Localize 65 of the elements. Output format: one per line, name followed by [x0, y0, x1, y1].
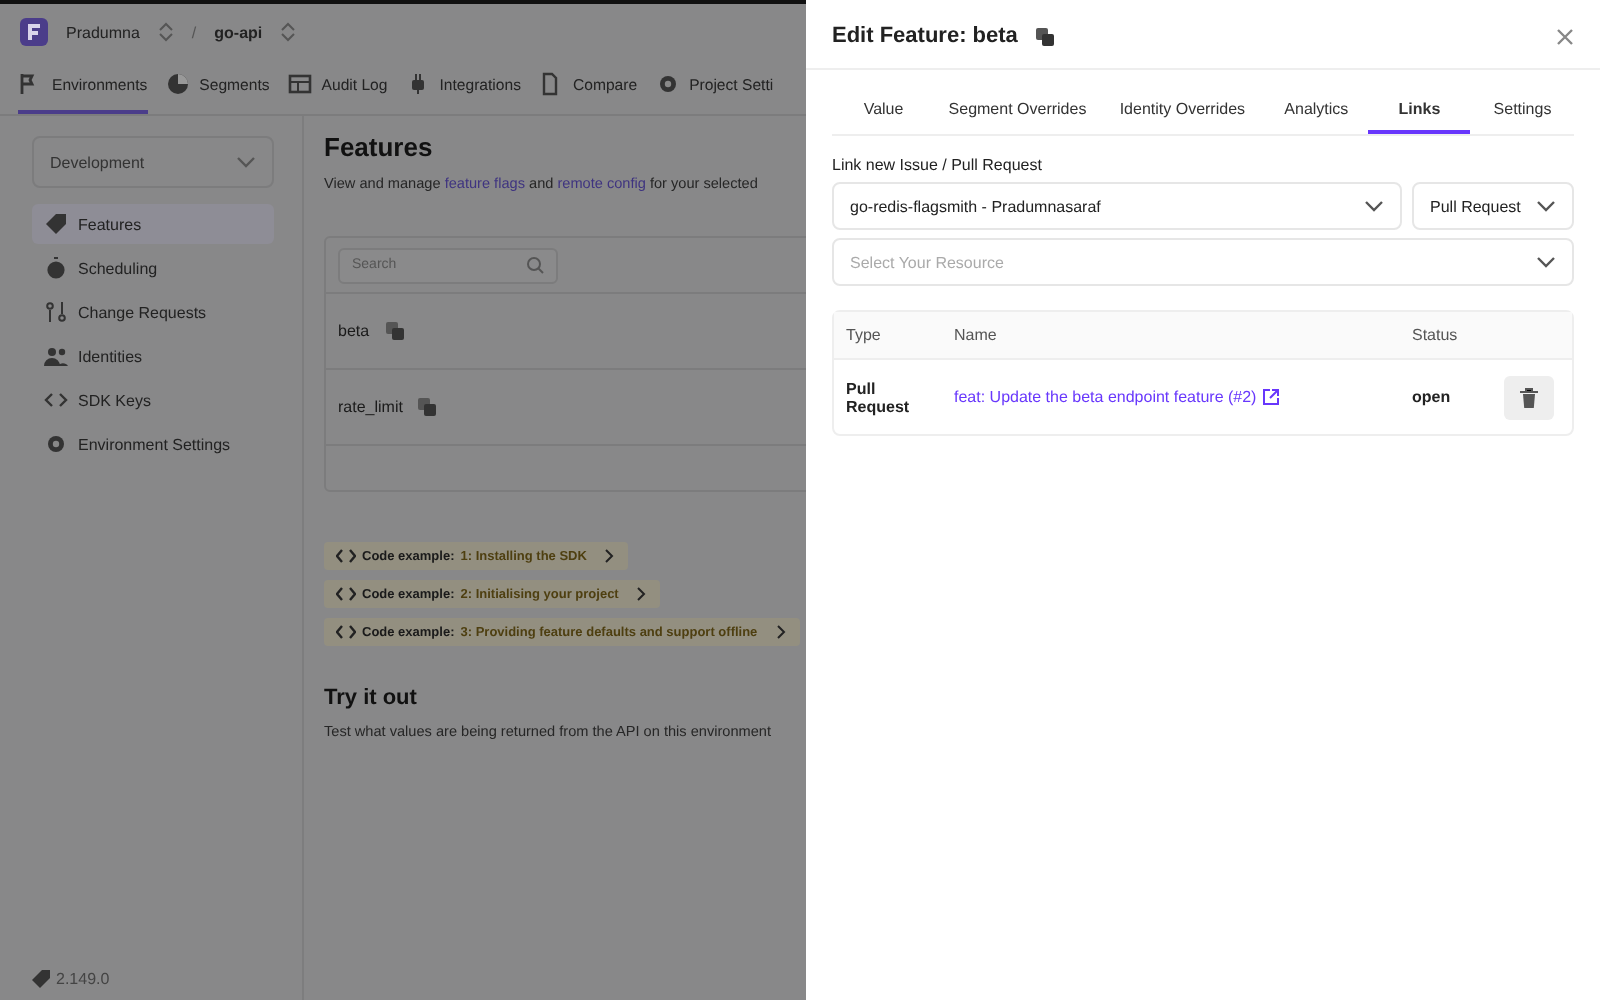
sidebar-item[interactable]: Environment Settings [32, 424, 274, 464]
stopwatch-icon [44, 256, 68, 280]
table-cell-text: Pull Request [844, 379, 912, 415]
tab[interactable]: Settings [1470, 82, 1574, 134]
code-icon [336, 586, 356, 602]
tab[interactable]: Segment Overrides [935, 82, 1100, 134]
chevron-right-icon [636, 586, 649, 602]
resource-select[interactable]: Select Your Resource [832, 238, 1574, 286]
column-header: Type [844, 326, 883, 344]
panel-title: Edit Feature: beta [832, 24, 1018, 48]
sidebar-item[interactable]: Features [32, 204, 274, 244]
code-icon [336, 548, 356, 564]
tab[interactable]: Links [1367, 82, 1471, 134]
page-title: Features [324, 132, 435, 162]
code-icon [336, 624, 356, 640]
chevron-right-icon [775, 624, 788, 640]
copy-icon [383, 320, 406, 342]
feature-name[interactable]: rate_limit [338, 398, 403, 416]
sidebar-item[interactable]: SDK Keys [32, 380, 274, 420]
logo-icon [20, 18, 48, 46]
repository-select[interactable]: go-redis-flagsmith - Pradumnasaraf [832, 182, 1402, 230]
tab[interactable]: Analytics [1264, 82, 1368, 134]
type-select[interactable]: Pull Request [1412, 182, 1574, 230]
chevron-right-icon [604, 548, 617, 564]
breadcrumb-separator: / [191, 23, 197, 41]
pull-request-icon [44, 300, 68, 324]
close-icon [1556, 27, 1574, 45]
project-name[interactable]: go-api [214, 23, 263, 41]
close-button[interactable] [1556, 27, 1574, 45]
sidebar-item[interactable]: Change Requests [32, 292, 274, 332]
tag-icon [32, 970, 50, 988]
environment-select[interactable]: Development [32, 136, 274, 188]
column-header: Name [952, 326, 999, 344]
sidebar-item[interactable]: Scheduling [32, 248, 274, 288]
document-icon [538, 72, 563, 96]
people-icon [44, 344, 68, 368]
chevron-down-icon [1536, 196, 1556, 216]
table-icon [287, 72, 312, 96]
pie-chart-icon [165, 72, 190, 96]
version-label: 2.149.0 [56, 970, 110, 988]
tag-icon [44, 212, 68, 236]
settings-icon [44, 432, 68, 456]
chevron-down-icon [1364, 196, 1384, 216]
code-icon [44, 388, 68, 412]
feature-name[interactable]: beta [338, 322, 370, 340]
field-label: Link new Issue / Pull Request [832, 156, 1044, 174]
table-cell-text: open [1410, 388, 1453, 406]
delete-button[interactable] [1504, 375, 1554, 419]
pull-request-link[interactable]: feat: Update the beta endpoint feature (#2) [954, 388, 1257, 406]
chevron-down-icon [1536, 252, 1556, 272]
sidebar-item[interactable]: Identities [32, 336, 274, 376]
tab[interactable]: Identity Overrides [1099, 82, 1265, 134]
section-title: Try it out [324, 686, 419, 710]
external-link-icon [1262, 388, 1281, 406]
search-icon [526, 256, 544, 274]
column-header: Status [1410, 326, 1460, 344]
sort-icon [157, 22, 174, 42]
sort-icon [280, 22, 297, 42]
trash-icon [1520, 387, 1538, 407]
copy-icon [1033, 25, 1056, 47]
organisation-name[interactable]: Pradumna [66, 23, 140, 41]
settings-icon [655, 72, 680, 96]
chevron-down-icon [236, 152, 256, 172]
tab[interactable]: Value [832, 82, 936, 134]
copy-icon [416, 396, 439, 418]
